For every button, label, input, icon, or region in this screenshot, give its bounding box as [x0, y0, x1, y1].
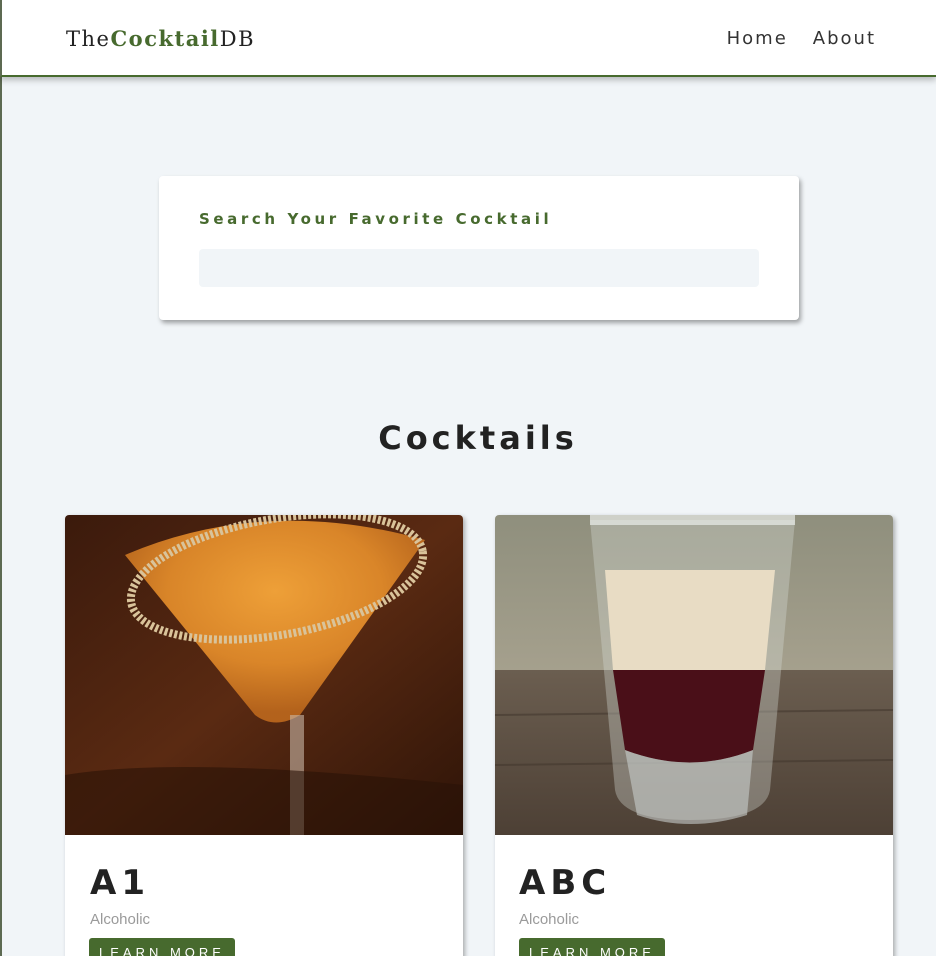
- learn-more-button[interactable]: Learn More: [519, 938, 665, 956]
- search-input[interactable]: [199, 249, 759, 287]
- site-logo[interactable]: TheCocktailDB: [66, 26, 255, 51]
- learn-more-button[interactable]: Learn More: [89, 938, 235, 956]
- nav-link-about[interactable]: About: [813, 28, 876, 49]
- navbar: TheCocktailDB Home About: [0, 0, 936, 77]
- cocktail-name: A1: [90, 863, 150, 903]
- cocktail-type: Alcoholic: [519, 911, 580, 928]
- cocktail-card: A1 Alcoholic Learn More: [65, 515, 463, 956]
- logo-accent: Cocktail: [110, 26, 220, 51]
- nav-links: Home About: [727, 28, 876, 49]
- cocktail-type: Alcoholic: [90, 911, 151, 928]
- cocktail-image[interactable]: [65, 515, 463, 835]
- nav-link-home[interactable]: Home: [727, 28, 788, 49]
- cocktail-name: ABC: [519, 863, 612, 903]
- search-form: Search Your Favorite Cocktail: [159, 176, 799, 320]
- cocktail-image[interactable]: [495, 515, 893, 835]
- cocktail-card: ABC Alcoholic Learn More: [495, 515, 893, 956]
- logo-prefix: The: [66, 27, 111, 51]
- page-edge: [0, 77, 2, 956]
- logo-suffix: DB: [219, 27, 256, 51]
- section-title: Cocktails: [378, 419, 578, 457]
- search-label: Search Your Favorite Cocktail: [199, 210, 553, 228]
